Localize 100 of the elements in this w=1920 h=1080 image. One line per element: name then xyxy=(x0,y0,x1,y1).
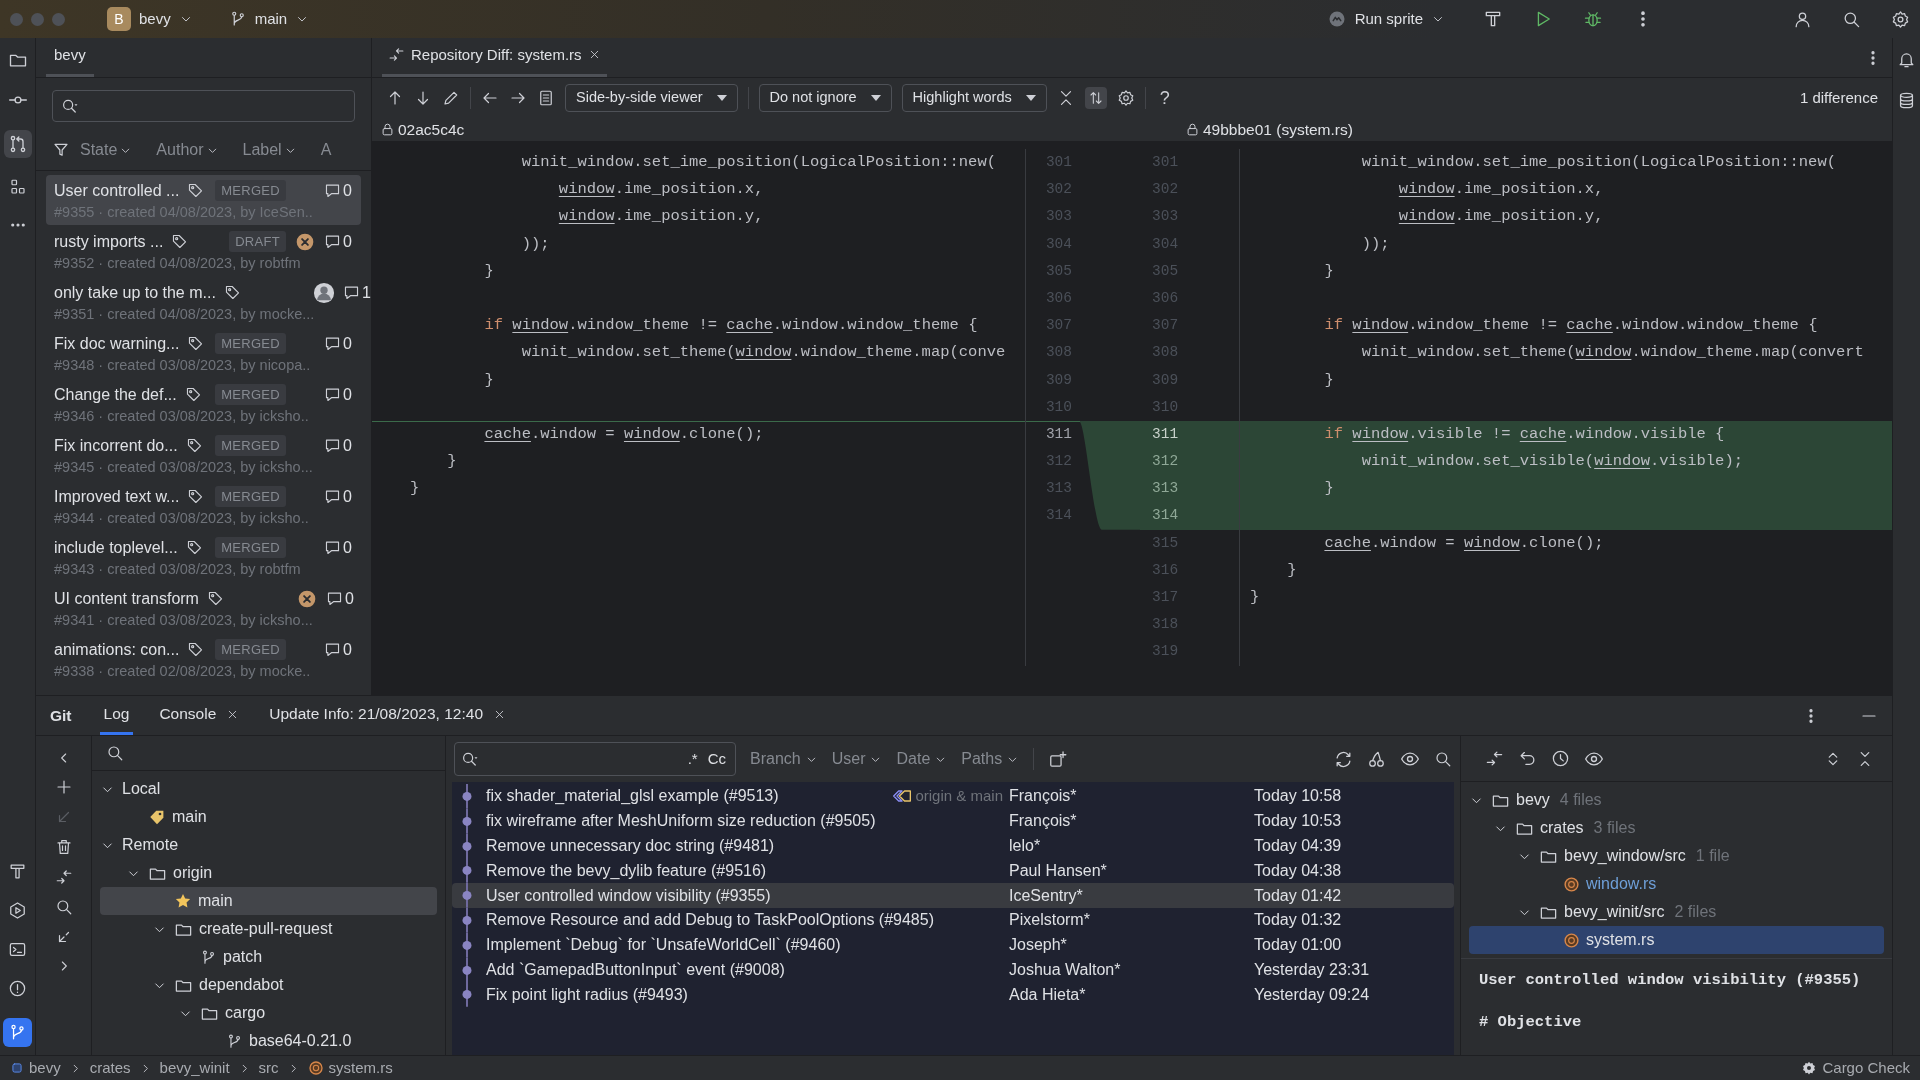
pull-request-meta: #9348 · created 03/08/2023, by nicopa.. xyxy=(54,356,312,375)
pull-request-title: include toplevel... xyxy=(54,537,178,558)
filter-dropdown[interactable]: State xyxy=(76,138,137,162)
sync-scroll-icon[interactable] xyxy=(1084,87,1107,109)
commit-author: Ada Hieta* xyxy=(1009,984,1087,1005)
tree-item[interactable]: cargo xyxy=(100,999,437,1027)
tree-item[interactable]: crates 3 files xyxy=(1469,814,1884,842)
terminal-icon[interactable] xyxy=(8,940,27,959)
commit-row[interactable]: fix wireframe after MeshUniform size reduction (#9505) François* Today 10:53 xyxy=(452,808,1454,834)
lock-icon xyxy=(380,122,395,137)
breadcrumb[interactable]: src xyxy=(258,1056,279,1080)
pull-request-item[interactable]: include toplevel... MERGED 0 #9343 · created 03/08/2023, by robtfm xyxy=(46,532,361,582)
commit-row[interactable]: Fix point light radius (#9493) Ada Hieta* Yesterday 09:24 xyxy=(452,982,1454,1008)
pull-request-icon[interactable] xyxy=(3,130,32,158)
search-field[interactable] xyxy=(52,90,355,122)
filter-dropdown[interactable]: A xyxy=(316,138,336,162)
comment-count: 1 xyxy=(361,282,372,303)
new-tab-icon[interactable] xyxy=(1048,749,1068,769)
notifications-icon[interactable] xyxy=(1897,50,1916,69)
pull-request-item[interactable]: Fix doc warning... MERGED 0 #9348 · created 03/08/2023, by nicopa.. xyxy=(46,328,361,378)
filter-dropdown[interactable]: Label xyxy=(238,138,301,162)
commit-row[interactable]: Remove the bevy_dylib feature (#9516) Paul Hansen* Today 04:38 xyxy=(452,858,1454,884)
commit-row[interactable]: Implement `Debug` for `UnsafeWorldCell` (#9460) Joseph* Today 01:00 xyxy=(452,932,1454,958)
pull-request-item[interactable]: UI content transform 0 #9341 · created 03/08/2023, by icksho... xyxy=(46,583,361,633)
pull-request-item[interactable]: Fix incorrent do... MERGED 0 #9345 · created 03/08/2023, by icksho... xyxy=(46,430,361,480)
tree-item[interactable]: origin xyxy=(100,859,437,887)
breadcrumb[interactable]: bevy_winit xyxy=(159,1056,230,1080)
panel-tab[interactable]: Update Info: 21/08/2023, 12:40 xyxy=(265,696,510,735)
pull-request-item[interactable]: Change the def... MERGED 0 #9346 · created 03/08/2023, by icksho.. xyxy=(46,379,361,429)
filter-dropdown[interactable]: Date xyxy=(896,747,948,771)
filter-dropdown[interactable]: Branch xyxy=(750,747,818,771)
breadcrumb[interactable]: crates xyxy=(89,1056,131,1080)
viewer-dropdown[interactable]: Side-by-side viewer xyxy=(565,84,738,112)
history-icon[interactable] xyxy=(1551,749,1570,768)
panel-tab[interactable]: Log xyxy=(99,696,134,735)
merge-icon[interactable] xyxy=(1485,749,1504,768)
database-icon[interactable] xyxy=(1897,91,1916,110)
hammer-icon[interactable] xyxy=(1483,9,1503,29)
commit-row[interactable]: User controlled window visibility (#9355) IceSentry* Today 01:42 xyxy=(452,883,1454,908)
caret-icon xyxy=(1025,95,1036,101)
tree-item[interactable]: window.rs xyxy=(1469,870,1884,898)
run-icon[interactable] xyxy=(8,901,27,920)
tree-label: origin xyxy=(173,863,213,883)
settings-icon[interactable] xyxy=(1116,89,1135,107)
commit-row[interactable]: Remove Resource and add Debug to TaskPoolOptions (#9485) Pixelstorm* Today 01:32 xyxy=(452,908,1454,933)
problems-icon[interactable] xyxy=(8,979,27,998)
tree-item[interactable]: create-pull-request xyxy=(100,915,437,943)
search-field[interactable]: .* Cc xyxy=(454,742,736,776)
help-button[interactable]: ? xyxy=(1155,84,1174,112)
tree-item[interactable]: main xyxy=(100,803,437,831)
commit-row[interactable]: fix shader_material_glsl example (#9513) origin & main François* Today 10:58 xyxy=(452,784,1454,809)
bug-icon[interactable] xyxy=(1583,9,1603,29)
case-toggle[interactable]: Cc xyxy=(704,747,729,771)
viewer-dropdown[interactable]: Do not ignore xyxy=(758,84,892,112)
comment-icon xyxy=(324,539,341,556)
regex-toggle[interactable]: .* xyxy=(684,747,701,771)
tree-item[interactable]: base64-0.21.0 xyxy=(100,1027,437,1055)
trash-icon[interactable] xyxy=(54,838,73,856)
tree-item[interactable]: patch xyxy=(100,943,437,971)
module-icon xyxy=(10,1061,24,1075)
branch-icon[interactable] xyxy=(3,1018,32,1047)
tree-item[interactable]: system.rs xyxy=(1469,926,1884,954)
edit-icon[interactable] xyxy=(442,89,460,107)
merge-icon[interactable] xyxy=(54,868,73,886)
tree-item[interactable]: main xyxy=(100,887,437,915)
filter-dropdown[interactable]: Paths xyxy=(961,747,1020,771)
filter-dropdown[interactable]: Author xyxy=(152,138,223,162)
settings-icon[interactable] xyxy=(1891,9,1910,29)
filter-dropdown[interactable]: User xyxy=(831,747,883,771)
commit-row[interactable]: Remove unnecessary doc string (#9481) lelo* Today 04:39 xyxy=(452,833,1454,859)
structure-icon[interactable] xyxy=(8,178,27,196)
code-line: } xyxy=(1249,587,1261,608)
tree-item[interactable]: bevy 4 files xyxy=(1469,786,1884,814)
code-line: )); xyxy=(520,233,551,255)
pull-request-item[interactable]: Improved text w... MERGED 0 #9344 · created 03/08/2023, by icksho.. xyxy=(46,481,361,531)
panel-tab[interactable]: Console xyxy=(155,696,244,735)
tree-item[interactable]: bevy_window/src 1 file xyxy=(1469,842,1884,870)
hammer-icon[interactable] xyxy=(8,862,27,881)
tag-icon xyxy=(187,641,205,658)
pull-request-item[interactable]: rusty imports ... DRAFT 0 #9352 · created 04/08/2023, by robtfm xyxy=(46,226,361,276)
run-config-selector[interactable]: Run sprite xyxy=(1354,7,1423,31)
refresh-icon[interactable] xyxy=(1334,749,1353,769)
breadcrumb[interactable]: bevy xyxy=(10,1056,61,1080)
project-selector[interactable]: bevy xyxy=(139,7,171,31)
tree-item[interactable]: dependabot xyxy=(100,971,437,999)
tree-item[interactable]: bevy_winit/src 2 files xyxy=(1469,898,1884,926)
cherry-icon[interactable] xyxy=(1367,749,1386,769)
branch-selector[interactable]: main xyxy=(254,7,288,31)
undo-icon[interactable] xyxy=(1518,749,1537,768)
document-icon[interactable] xyxy=(537,89,555,107)
search-icon[interactable] xyxy=(54,898,73,916)
tree-item[interactable]: Local xyxy=(100,775,437,803)
tag-icon xyxy=(187,335,205,352)
breadcrumb[interactable]: system.rs xyxy=(307,1056,393,1080)
pull-request-item[interactable]: animations: con... MERGED 0 #9338 · created 02/08/2023, by mocke.. xyxy=(46,634,361,684)
commit-row[interactable]: Add `GamepadButtonInput` event (#9008) Joshua Walton* Yesterday 23:31 xyxy=(452,957,1454,983)
tree-item[interactable]: Remote xyxy=(100,831,437,859)
viewer-dropdown[interactable]: Highlight words xyxy=(901,84,1047,112)
panel-tab[interactable]: bevy xyxy=(46,43,94,77)
search-icon[interactable] xyxy=(1434,750,1452,768)
